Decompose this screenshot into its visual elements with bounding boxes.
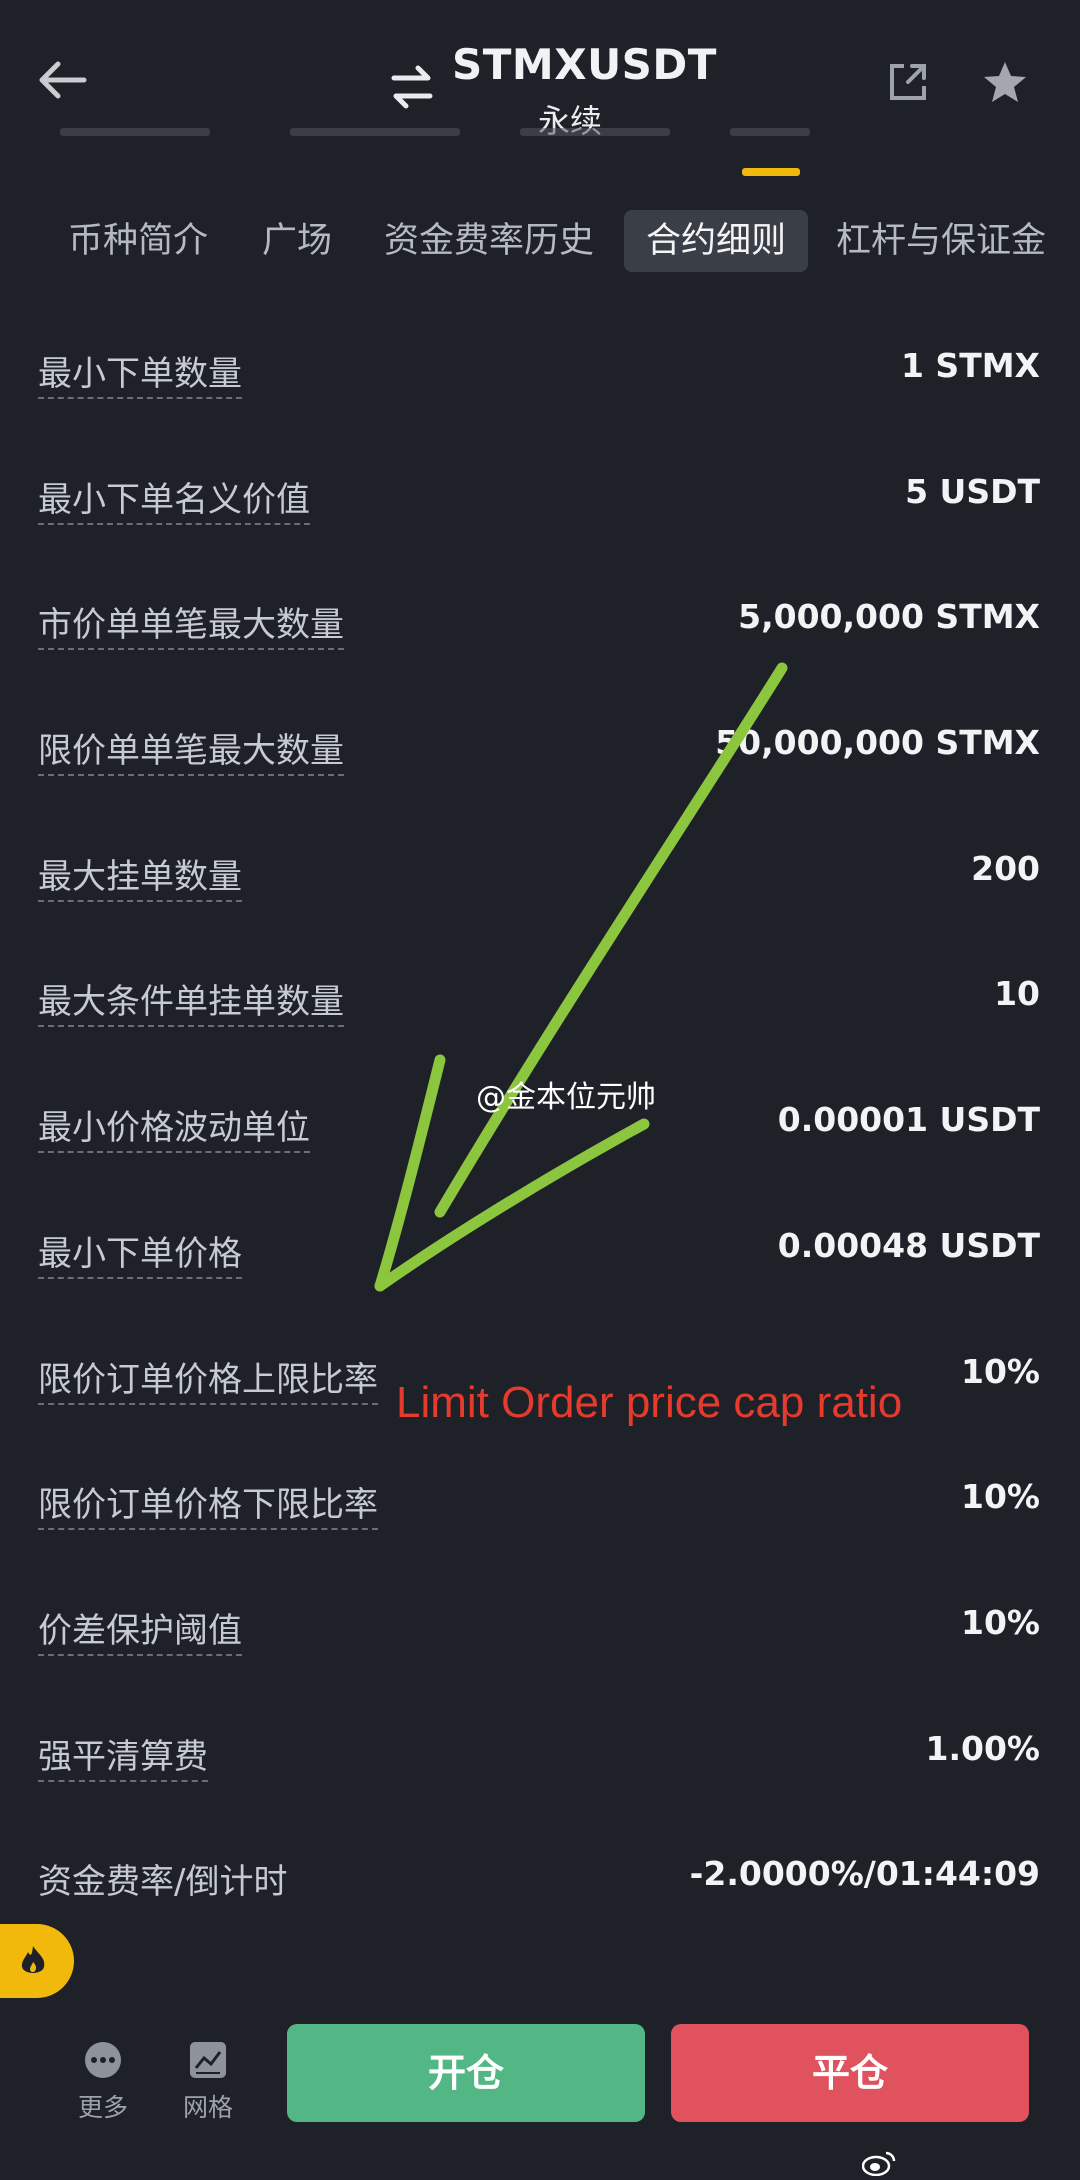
tab-coin-intro[interactable]: 币种简介 — [68, 210, 208, 272]
spec-value: 0.00001 USDT — [777, 1100, 1040, 1140]
spec-value: 5 USDT — [905, 471, 1040, 511]
watermark-text: @金本位元帅 — [476, 1080, 656, 1115]
more-button[interactable]: 更多 — [58, 2040, 148, 2124]
top-bar: STMXUSDT 永续 — [0, 0, 1080, 176]
more-dots-icon — [83, 2040, 123, 2080]
spec-label[interactable]: 强平清算费 — [38, 1729, 208, 1782]
spec-label[interactable]: 最小下单名义价值 — [38, 472, 310, 525]
scrolled-tab-row — [0, 128, 1080, 148]
tab-funding-history[interactable]: 资金费率历史 — [384, 210, 594, 272]
spec-value: 200 — [971, 848, 1040, 888]
symbol-title[interactable]: STMXUSDT 永续 — [390, 40, 716, 140]
spec-value: -2.0000%/01:44:09 — [689, 1854, 1040, 1894]
list-item: 限价单单笔最大数量 50,000,000 STMX — [0, 679, 1080, 805]
list-item: 最小下单数量 1 STMX — [0, 302, 1080, 428]
pair-name: STMXUSDT — [452, 40, 717, 89]
grid-button[interactable]: 网格 — [163, 2040, 253, 2124]
spec-value: 10% — [961, 1351, 1040, 1391]
spec-label[interactable]: 市价单单笔最大数量 — [38, 597, 344, 651]
watermark: @金本位元帅 — [432, 1072, 896, 2176]
spec-value: 5,000,000 STMX — [738, 597, 1040, 637]
annotation-text: Limit Order price cap ratio — [396, 1378, 903, 1427]
flame-icon — [21, 1946, 45, 1973]
spec-value: 10 — [994, 974, 1040, 1014]
open-position-button[interactable]: 开仓 — [287, 2024, 645, 2122]
back-arrow-icon[interactable] — [34, 58, 90, 102]
tab-leverage-margin[interactable]: 杠杆与保证金 — [836, 210, 1046, 272]
contract-spec-list: 最小下单数量 1 STMX 最小下单名义价值 5 USDT 市价单单笔最大数量 … — [0, 302, 1080, 1936]
spec-label[interactable]: 限价订单价格上限比率 — [38, 1352, 378, 1405]
spec-label[interactable]: 最小下单价格 — [38, 1226, 242, 1279]
list-item: 最小下单价格 0.00048 USDT — [0, 1182, 1080, 1308]
spec-label[interactable]: 价差保护阈值 — [38, 1603, 242, 1656]
spec-label[interactable]: 限价订单价格下限比率 — [38, 1477, 378, 1531]
list-item: 资金费率/倒计时 -2.0000%/01:44:09 — [0, 1810, 1080, 1936]
tab-indicator — [742, 168, 800, 176]
spec-value: 1.00% — [925, 1728, 1041, 1768]
spec-label[interactable]: 最大条件单挂单数量 — [38, 974, 344, 1028]
list-item: 最大条件单挂单数量 10 — [0, 930, 1080, 1056]
spec-value: 10% — [961, 1602, 1040, 1642]
share-icon[interactable] — [888, 62, 928, 102]
spec-value: 1 STMX — [900, 346, 1040, 385]
spec-value: 50,000,000 STMX — [715, 723, 1040, 763]
favorite-star-icon[interactable] — [982, 60, 1028, 104]
spec-label[interactable]: 最小下单数量 — [38, 346, 242, 399]
grid-label: 网格 — [182, 2093, 233, 2122]
grid-chart-icon — [188, 2040, 228, 2080]
list-item: 强平清算费 1.00% — [0, 1685, 1080, 1811]
spec-label[interactable]: 限价单单笔最大数量 — [38, 723, 344, 777]
spec-label: 资金费率/倒计时 — [38, 1862, 288, 1903]
spec-label[interactable]: 最小价格波动单位 — [38, 1100, 310, 1154]
close-position-button[interactable]: 平仓 — [671, 2024, 1029, 2122]
spec-value: 10% — [961, 1477, 1040, 1517]
more-label: 更多 — [77, 2093, 128, 2122]
list-item: 市价单单笔最大数量 5,000,000 STMX — [0, 553, 1080, 679]
floating-fire-button[interactable] — [0, 1924, 74, 1998]
list-item: 价差保护阈值 10% — [0, 1559, 1080, 1685]
bottom-action-bar: 更多 网格 开仓 平仓 — [0, 2010, 1080, 2180]
list-item: 最大挂单数量 200 — [0, 805, 1080, 931]
spec-label[interactable]: 最大挂单数量 — [38, 849, 242, 902]
spec-value: 0.00048 USDT — [777, 1225, 1040, 1265]
list-item: 最小下单名义价值 5 USDT — [0, 428, 1080, 554]
swap-icon[interactable] — [390, 64, 434, 110]
tab-contract-specs[interactable]: 合约细则 — [624, 210, 809, 272]
info-tabs: 币种简介 广场 资金费率历史 合约细则 杠杆与保证金 — [0, 210, 1080, 272]
tab-square[interactable]: 广场 — [262, 210, 332, 272]
list-item: 限价订单价格下限比率 10% — [0, 1433, 1080, 1559]
